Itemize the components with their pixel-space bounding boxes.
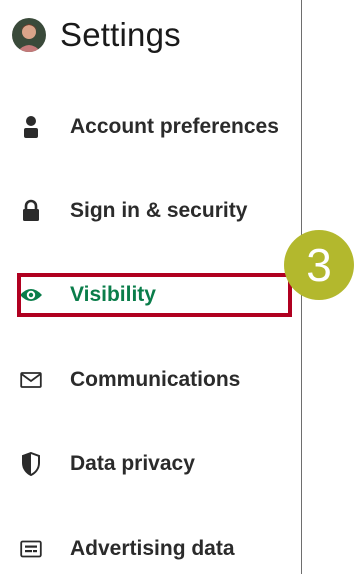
person-icon	[18, 114, 44, 140]
nav-label-visibility: Visibility	[70, 283, 156, 306]
nav-item-visibility[interactable]: Visibility	[18, 275, 156, 315]
nav-item-sign-in-security[interactable]: Sign in & security	[18, 191, 247, 231]
nav-label-account-preferences: Account preferences	[70, 115, 279, 138]
user-avatar-image	[12, 18, 46, 52]
nav-label-advertising-data: Advertising data	[70, 537, 235, 560]
lock-icon	[18, 198, 44, 224]
eye-icon	[18, 282, 44, 308]
nav-item-advertising-data[interactable]: Advertising data	[18, 529, 235, 569]
settings-sidebar: Settings Account preferences Sign in & s…	[0, 0, 302, 574]
step-badge: 3	[284, 230, 354, 300]
nav-label-communications: Communications	[70, 368, 241, 391]
settings-header: Settings	[12, 12, 181, 58]
nav-item-communications[interactable]: Communications	[18, 360, 240, 400]
nav-item-data-privacy[interactable]: Data privacy	[18, 444, 195, 484]
ad-card-icon	[18, 536, 44, 562]
avatar[interactable]	[12, 18, 46, 52]
nav-label-data-privacy: Data privacy	[70, 452, 195, 475]
nav-label-sign-in-security: Sign in & security	[70, 199, 248, 222]
shield-icon	[18, 451, 44, 477]
nav-item-account-preferences[interactable]: Account preferences	[18, 107, 279, 147]
envelope-icon	[18, 367, 44, 393]
page-title: Settings	[60, 16, 181, 53]
step-number: 3	[306, 239, 332, 291]
